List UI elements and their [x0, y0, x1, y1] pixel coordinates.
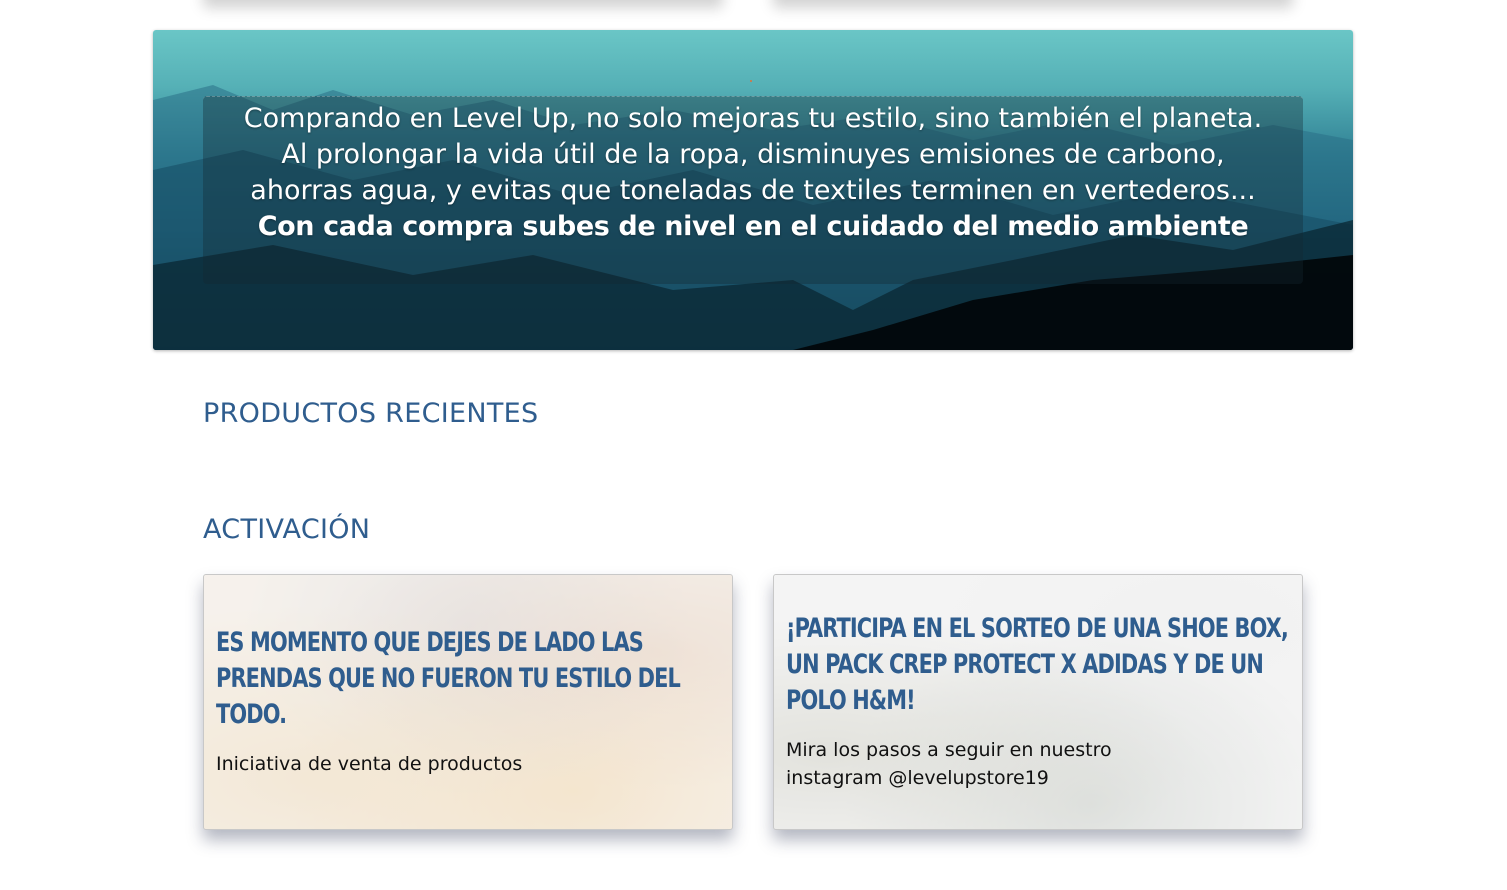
decorative-dot — [750, 80, 752, 82]
banner-text: Comprando en Level Up, no solo mejoras t… — [243, 103, 1263, 206]
activation-card-description: Iniciativa de venta de productos — [216, 753, 523, 775]
banner-text-box: Comprando en Level Up, no solo mejoras t… — [203, 96, 1303, 284]
banner-text-emphasis: Con cada compra subes de nivel en el cui… — [257, 211, 1249, 242]
activation-card-title: ¡PARTICIPA EN EL SORTEO DE UNA SHOE BOX,… — [786, 613, 1289, 716]
section-title-recent-products: PRODUCTOS RECIENTES — [203, 398, 539, 429]
sustainability-banner: Comprando en Level Up, no solo mejoras t… — [153, 30, 1353, 350]
activation-card-sell[interactable]: ES MOMENTO QUE DEJES DE LADO LAS PRENDAS… — [203, 574, 733, 830]
activation-card-title: ES MOMENTO QUE DEJES DE LADO LAS PRENDAS… — [216, 627, 681, 730]
section-title-activation: ACTIVACIÓN — [203, 514, 371, 545]
activation-card-giveaway[interactable]: ¡PARTICIPA EN EL SORTEO DE UNA SHOE BOX,… — [773, 574, 1303, 830]
activation-card-description: Mira los pasos a seguir en nuestro insta… — [786, 739, 1112, 789]
